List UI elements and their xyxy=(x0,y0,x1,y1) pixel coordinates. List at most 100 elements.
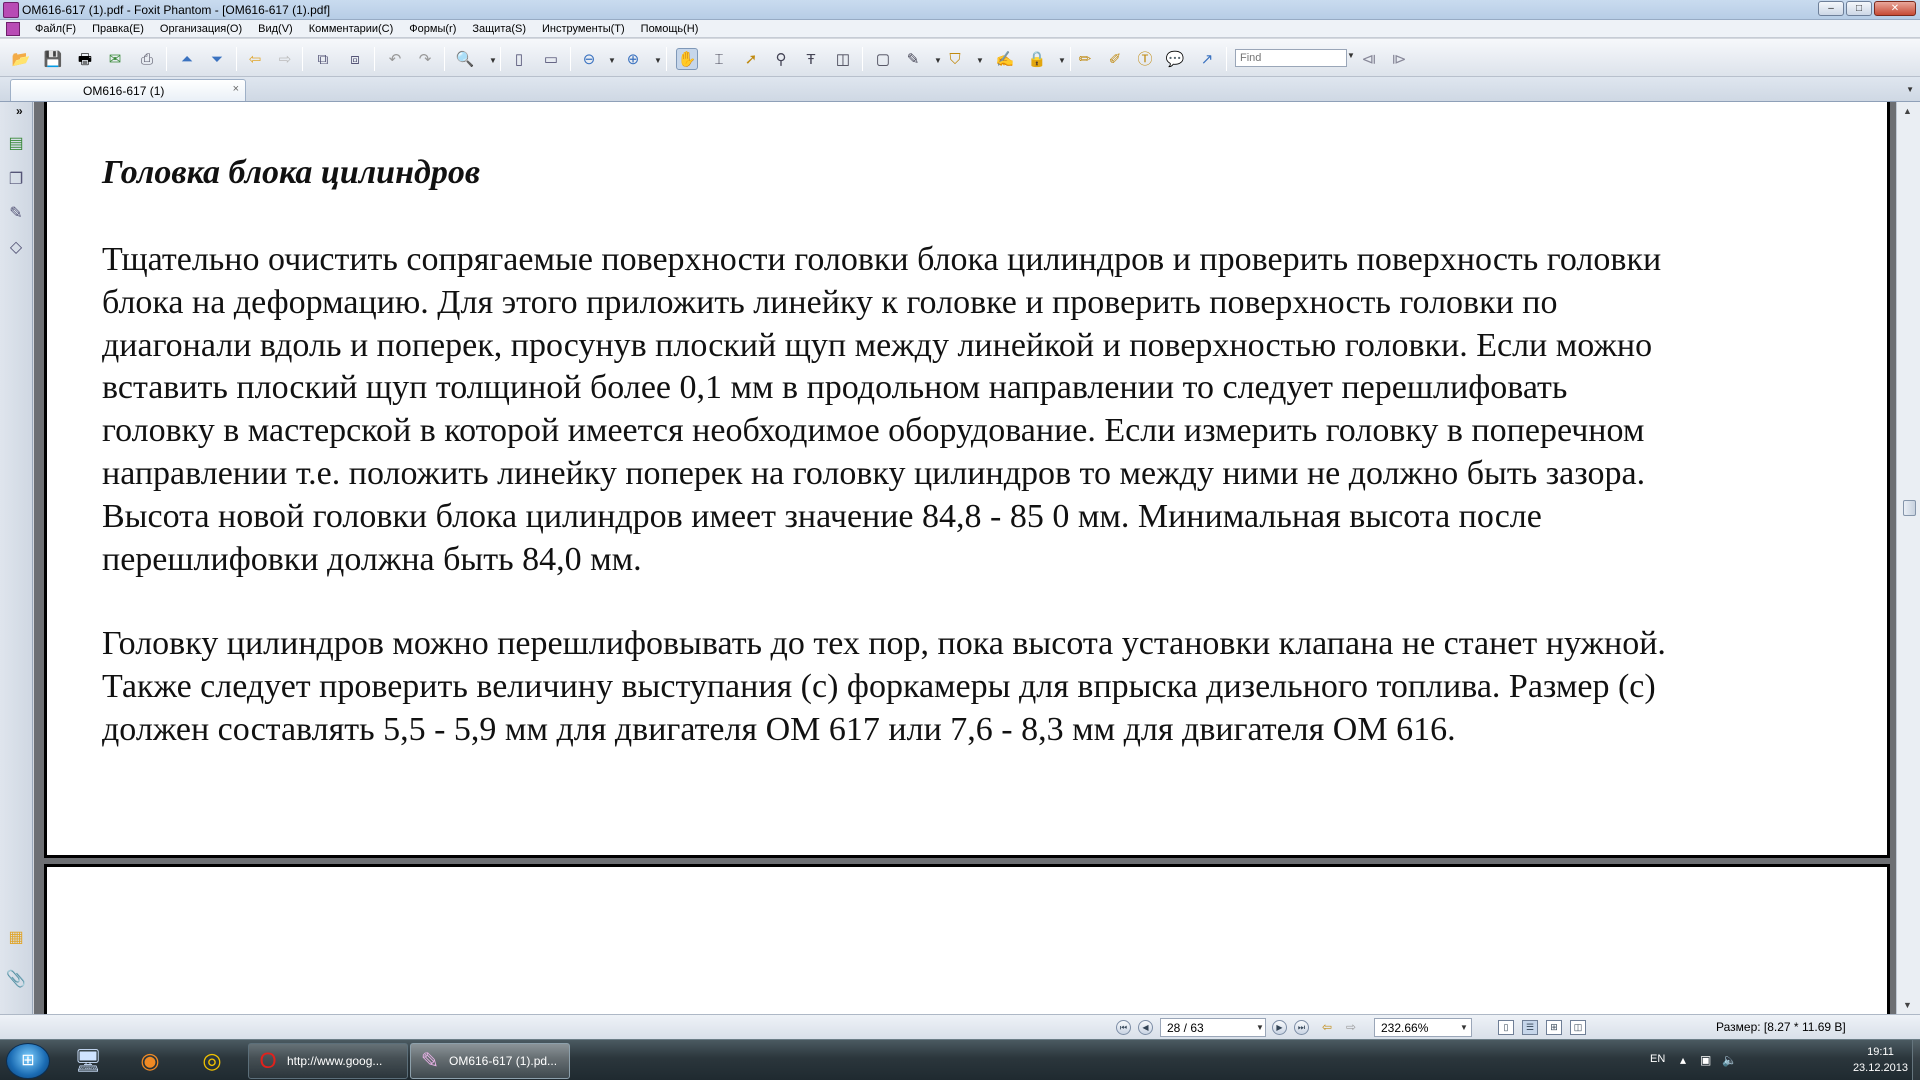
tab-close-icon[interactable]: × xyxy=(233,83,239,95)
tab-list-dropdown[interactable]: ▼ xyxy=(1906,85,1914,94)
edit-document-icon[interactable]: ✎ xyxy=(902,48,924,70)
previous-page-icon[interactable]: ⏶ xyxy=(176,48,198,70)
start-button[interactable]: ⊞ xyxy=(6,1043,50,1079)
document-menu-icon[interactable] xyxy=(6,21,20,36)
pencil-icon[interactable]: ✐ xyxy=(1104,48,1126,70)
chrome-icon[interactable]: ◎ xyxy=(190,1044,234,1078)
menu-edit[interactable]: Правка(E) xyxy=(85,23,153,35)
find-next-icon[interactable]: ⧐ xyxy=(1388,48,1410,70)
page-number-field[interactable]: 28 / 63 xyxy=(1160,1018,1266,1037)
window-title: OM616-617 (1).pdf - Foxit Phantom - [OM6… xyxy=(22,3,331,17)
scroll-up-icon[interactable]: ▲ xyxy=(1903,106,1912,116)
foxit-app-icon[interactable] xyxy=(3,2,19,18)
first-page-icon[interactable]: ⏮ xyxy=(1116,1020,1131,1035)
select-arrow-icon[interactable]: ➚ xyxy=(740,48,762,70)
firefox-icon[interactable]: ◉ xyxy=(128,1044,172,1078)
hand-tool-icon[interactable]: ✋ xyxy=(676,48,698,70)
back-arrow-icon[interactable]: ⇦ xyxy=(244,48,266,70)
find-previous-icon[interactable]: ⧏ xyxy=(1358,48,1380,70)
text-line: Высота новой головки блока цилиндров име… xyxy=(102,497,1542,535)
bookmarks-icon[interactable]: ▤ xyxy=(5,132,27,156)
last-page-icon[interactable]: ⏭ xyxy=(1294,1020,1309,1035)
back-view-icon[interactable]: ⇦ xyxy=(1322,1020,1332,1034)
expand-panel-icon[interactable]: » xyxy=(16,104,23,118)
close-button[interactable]: ✕ xyxy=(1874,1,1916,16)
fit-width-icon[interactable]: ▭ xyxy=(540,48,562,70)
pdf-page-next: 29 xyxy=(44,864,1890,1014)
scrollbar-thumb[interactable] xyxy=(1903,500,1916,516)
vertical-scrollbar[interactable]: ▲ ▼ xyxy=(1896,102,1920,1014)
snapshot-icon[interactable]: ◫ xyxy=(832,48,854,70)
menu-comments[interactable]: Комментарии(C) xyxy=(302,23,403,35)
zoom-in-icon[interactable]: 🔍 xyxy=(454,48,476,70)
extract-page-icon[interactable]: ⧈ xyxy=(344,48,366,70)
menu-forms[interactable]: Формы(r) xyxy=(402,23,465,35)
single-page-view-icon[interactable]: ▯ xyxy=(1498,1020,1514,1035)
menu-tools[interactable]: Инструменты(T) xyxy=(535,23,634,35)
paperclip-icon[interactable]: 📎 xyxy=(5,968,27,992)
redo-icon[interactable]: ↷ xyxy=(414,48,436,70)
email-icon[interactable]: ✉ xyxy=(104,48,126,70)
print-icon[interactable]: 🖶 xyxy=(74,48,96,70)
sign-icon[interactable]: ✍ xyxy=(994,48,1016,70)
window-controls: – □ ✕ xyxy=(1818,1,1916,16)
menu-help[interactable]: Помощь(H) xyxy=(634,23,708,35)
clock[interactable]: 19:11 23.12.2013 xyxy=(1853,1044,1908,1076)
tab-om616-617[interactable]: OM616-617 (1) × xyxy=(10,79,246,101)
menu-view[interactable]: Вид(V) xyxy=(251,23,302,35)
volume-icon[interactable]: 🔈 xyxy=(1722,1053,1737,1067)
undo-icon[interactable]: ↶ xyxy=(384,48,406,70)
highlight-icon[interactable]: ✏ xyxy=(1074,48,1096,70)
typewriter-icon[interactable]: Ŧ xyxy=(800,48,822,70)
next-page-icon[interactable]: ⏷ xyxy=(206,48,228,70)
stamp-icon[interactable]: ⛉ xyxy=(944,48,966,70)
taskbar-foxit[interactable]: ✎ OM616-617 (1).pd... xyxy=(410,1043,570,1079)
continuous-facing-view-icon[interactable]: ◫ xyxy=(1570,1020,1586,1035)
page-dropdown-icon[interactable]: ▼ xyxy=(1256,1023,1264,1032)
save-icon[interactable]: 💾 xyxy=(42,48,64,70)
scanner-icon[interactable]: ⎙ xyxy=(136,48,158,70)
forward-arrow-icon[interactable]: ⇨ xyxy=(274,48,296,70)
comments-panel-icon[interactable]: ▦ xyxy=(5,926,27,950)
find-input[interactable] xyxy=(1235,49,1347,67)
link-arrow-icon[interactable]: ↗ xyxy=(1196,48,1218,70)
show-desktop-button[interactable] xyxy=(1912,1040,1920,1080)
zoom-field[interactable]: 232.66% xyxy=(1374,1018,1472,1037)
taskbar-opera[interactable]: O http://www.goog... xyxy=(248,1043,408,1079)
language-indicator[interactable]: EN xyxy=(1650,1053,1665,1065)
minimize-button[interactable]: – xyxy=(1818,1,1844,16)
zoom-in-circle-icon[interactable]: ⊕ xyxy=(622,48,644,70)
menu-protect[interactable]: Защита(S) xyxy=(465,23,535,35)
find-options-dropdown[interactable]: ▼ xyxy=(1347,51,1355,60)
scroll-down-icon[interactable]: ▼ xyxy=(1903,1000,1912,1010)
computer-icon[interactable]: 🖥 xyxy=(66,1044,110,1078)
next-page-status-icon[interactable]: ▶ xyxy=(1272,1020,1287,1035)
lock-icon[interactable]: 🔒 xyxy=(1026,48,1048,70)
open-folder-icon[interactable]: 📂 xyxy=(10,48,32,70)
prev-page-icon[interactable]: ◀ xyxy=(1138,1020,1153,1035)
forward-view-icon[interactable]: ⇨ xyxy=(1346,1020,1356,1034)
system-tray: EN ▴ ▣ 🔈 19:11 23.12.2013 xyxy=(1620,1040,1920,1080)
maximize-button[interactable]: □ xyxy=(1846,1,1872,16)
attachments-panel-icon[interactable]: ◇ xyxy=(5,236,27,260)
menu-organize[interactable]: Организация(O) xyxy=(153,23,251,35)
comment-note-icon[interactable]: 💬 xyxy=(1164,48,1186,70)
layers-icon[interactable]: ✎ xyxy=(5,202,27,226)
page-thumbnails-icon[interactable]: ❐ xyxy=(5,168,27,192)
facing-view-icon[interactable]: ⊞ xyxy=(1546,1020,1562,1035)
select-text-icon[interactable]: ⌶ xyxy=(708,48,730,70)
show-hidden-icons-icon[interactable]: ▴ xyxy=(1680,1053,1686,1067)
network-icon[interactable]: ▣ xyxy=(1700,1053,1711,1067)
fit-page-icon[interactable]: ▯ xyxy=(508,48,530,70)
text-box-icon[interactable]: Ⓣ xyxy=(1134,48,1156,70)
menu-file[interactable]: Файл(F) xyxy=(28,23,85,35)
insert-page-icon[interactable]: ⧉ xyxy=(312,48,334,70)
continuous-view-icon[interactable]: ☰ xyxy=(1522,1020,1538,1035)
binoculars-icon[interactable]: ⚲ xyxy=(770,48,792,70)
zoom-dropdown-icon[interactable]: ▼ xyxy=(1460,1023,1468,1032)
document-view[interactable]: Головка блока цилиндров Тщательно очисти… xyxy=(34,102,1896,1014)
text-line: вставить плоский щуп толщиной более 0,1 … xyxy=(102,369,1568,407)
page-indicator: 28 / 63 xyxy=(1167,1021,1204,1035)
rectangle-tool-icon[interactable]: ▢ xyxy=(872,48,894,70)
zoom-out-circle-icon[interactable]: ⊖ xyxy=(578,48,600,70)
